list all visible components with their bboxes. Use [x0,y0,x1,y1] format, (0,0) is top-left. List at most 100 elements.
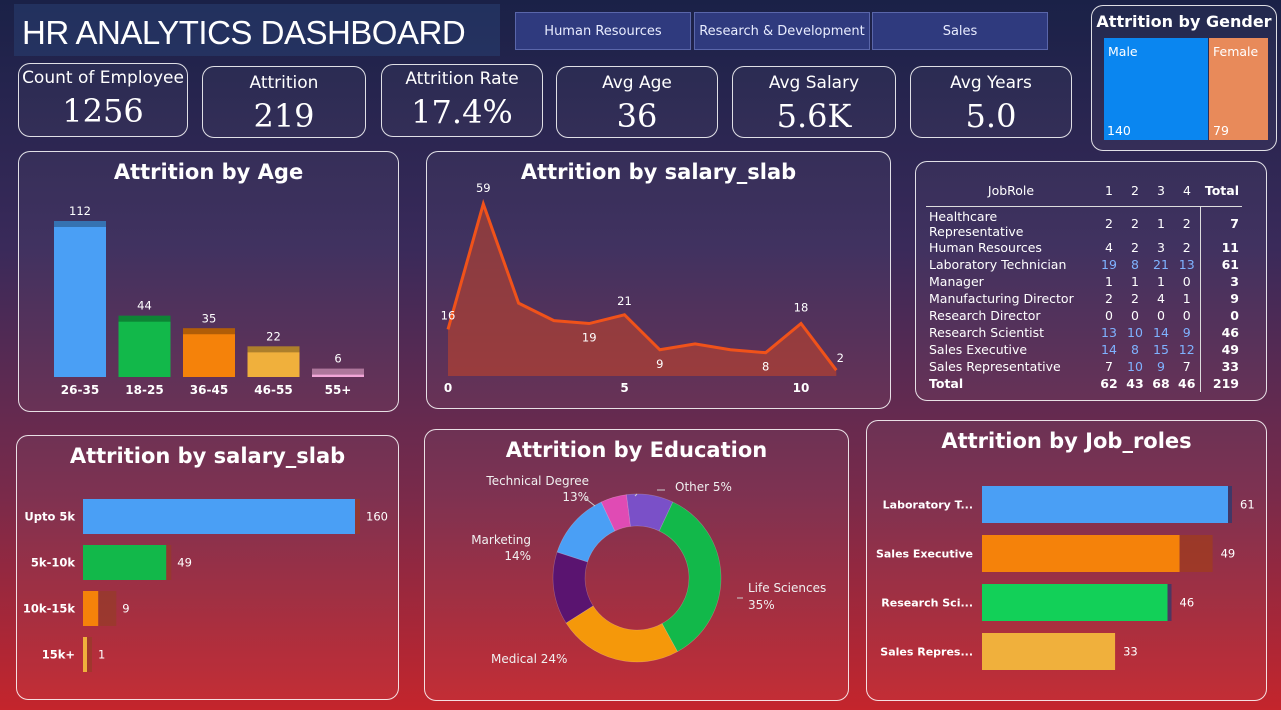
kpi-label: Count of Employee [22,68,184,88]
table-cell: Manager [929,273,984,289]
table-cell: 7 [1105,358,1113,374]
table-cell: 2 [1174,238,1201,256]
table-cell: 46 [1221,324,1239,340]
education-data-label: Life Sciences [748,581,826,595]
dashboard-title-box: HR ANALYTICS DASHBOARD [14,4,500,56]
age-tick-label: 26-35 [61,383,99,397]
job-bar[interactable] [982,633,1116,670]
table-cell: 0 [1230,307,1239,323]
table-cell: 4 [1157,290,1165,306]
education-slice[interactable] [658,501,722,653]
salary-data-label: 18 [794,301,809,315]
salary-x-tick: 0 [444,381,452,395]
slab-data-label: 1 [98,648,105,662]
kpi-attrition: Attrition 219 [202,66,366,138]
education-slice[interactable] [565,605,678,663]
table-row[interactable]: Research Director 0 0 0 0 0 [926,306,1242,324]
gender-male-block[interactable]: Male 140 [1104,38,1208,140]
age-bar[interactable] [183,328,235,377]
table-cell: Sales Representative [929,358,1061,374]
filter-human-resources-button[interactable]: Human Resources [515,12,691,50]
age-data-label: 22 [266,329,281,343]
dashboard-title: HR ANALYTICS DASHBOARD [22,14,466,51]
filter-sales-button[interactable]: Sales [872,12,1048,50]
gender-male-value: 140 [1107,123,1131,138]
table-row[interactable]: Healthcare Representative 2 2 1 2 7 [926,206,1242,239]
table-cell: 1 [1157,273,1165,289]
job-data-label: 49 [1221,547,1236,561]
job-bar-shadow [1167,584,1172,621]
gender-male-label: Male [1108,44,1138,59]
kpi-value: 5.6K [776,97,852,135]
job-bar-shadow [1179,535,1213,572]
table-cell: 33 [1221,358,1239,374]
table-cell: Laboratory Technician [929,256,1067,272]
jobrole-matrix-card: JobRole 1 2 3 4 Total Healthcare Representativ… [915,161,1267,401]
table-cell: 49 [1221,341,1239,357]
table-row[interactable]: Manufacturing Director 2 2 4 1 9 [926,289,1242,307]
age-bar[interactable] [118,315,171,377]
table-cell: 10 [1127,324,1143,340]
slab-bar[interactable] [83,499,355,534]
table-header-cell: 4 [1174,176,1200,207]
table-row[interactable]: Total 62 43 68 46 219 [926,374,1242,392]
education-data-label: Other 5% [675,480,732,494]
salary-data-label: 16 [441,308,456,322]
attrition-by-salary-bar-card: Attrition by salary_slab Upto 5k 160 5k-10… [16,435,399,700]
slab-category-label: 5k-10k [31,556,75,570]
slab-bar-shadow [87,637,92,672]
job-data-label: 33 [1123,645,1138,659]
table-cell: 11 [1221,239,1239,255]
table-row[interactable]: Laboratory Technician 19 8 21 13 61 [926,255,1242,273]
table-header-cell: 2 [1122,176,1148,207]
kpi-value: 36 [616,97,658,135]
gender-female-block[interactable]: Female 79 [1209,38,1268,140]
table-cell: 43 [1126,375,1144,391]
job-bar[interactable] [982,584,1168,621]
table-row[interactable]: Manager 1 1 1 0 3 [926,272,1242,290]
gender-female-label: Female [1213,44,1259,59]
slab-bar[interactable] [83,591,99,626]
filter-research-development-button[interactable]: Research & Development [694,12,870,50]
table-header-cell: 1 [1096,176,1122,207]
kpi-avg-years: Avg Years 5.0 [910,66,1072,138]
slab-bar[interactable] [83,545,167,580]
table-cell: 4 [1105,239,1113,255]
kpi-value: 5.0 [965,97,1017,135]
age-bar-cap [312,368,364,375]
slab-bar[interactable] [83,637,87,672]
job-bar-shadow [1228,486,1232,523]
table-cell: 219 [1212,375,1239,391]
age-bar[interactable] [54,221,106,377]
table-cell: 2 [1105,290,1113,306]
job-bar[interactable] [982,486,1228,523]
table-cell: Manufacturing Director [929,290,1074,306]
table-cell: Total [929,375,964,391]
table-header-cell: 3 [1148,176,1174,207]
gender-female-value: 79 [1213,123,1229,138]
table-cell: 8 [1131,341,1139,357]
table-cell: 12 [1174,340,1201,358]
table-row[interactable]: Sales Executive 14 8 15 12 49 [926,340,1242,358]
slab-data-label: 160 [366,510,388,524]
salary-bar-chart: Upto 5k 160 5k-10k 49 10k-15k 9 15k+ 1 [23,499,388,672]
table-row[interactable]: Research Scientist 13 10 14 9 46 [926,323,1242,341]
age-data-label: 35 [202,311,217,325]
slab-category-label: Upto 5k [24,510,75,524]
table-cell: 2 [1131,290,1139,306]
attrition-by-education-card: Attrition by Education Life Sciences 35% M… [424,429,849,701]
table-cell: Research Director [929,307,1041,323]
jobrole-matrix-table: JobRole 1 2 3 4 Total Healthcare Representativ… [926,176,1242,392]
table-row[interactable]: Human Resources 4 2 3 2 11 [926,238,1242,256]
education-donut-chart: Life Sciences 35% Medical 24% Marketing 14% T… [471,474,826,666]
salary-area-fill [448,204,837,376]
table-row[interactable]: Sales Representative 7 10 9 7 33 [926,357,1242,375]
job-bar[interactable] [982,535,1180,572]
education-data-label: 14% [504,549,531,563]
salary-data-label: 59 [476,181,491,195]
attrition-by-age-card: Attrition by Age 112 26-35 44 18-25 35 36-45 2… [18,151,399,412]
slab-bar-shadow [355,499,360,534]
table-cell: 3 [1157,239,1165,255]
table-cell: 0 [1174,272,1201,290]
table-cell: 46 [1174,374,1201,392]
